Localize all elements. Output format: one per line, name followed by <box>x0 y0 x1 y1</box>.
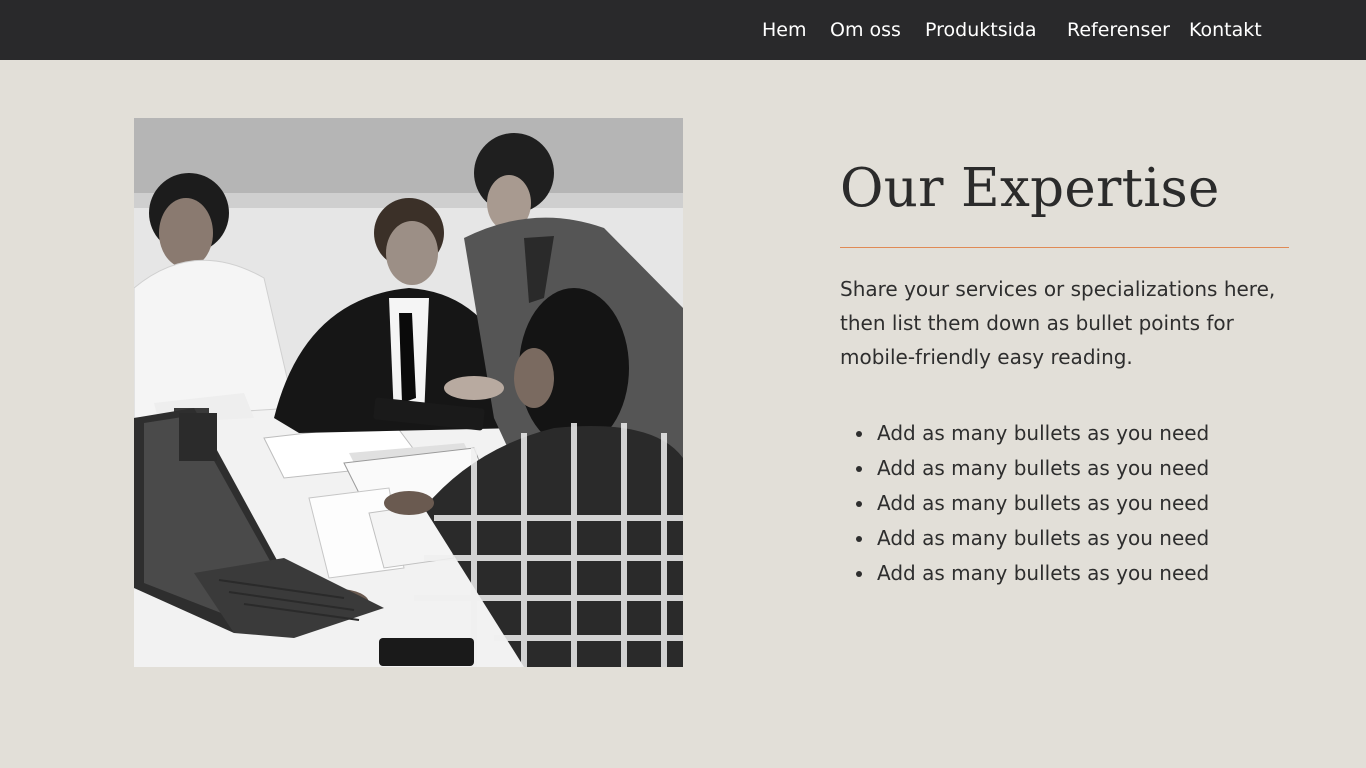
nav-link-hem[interactable]: Hem <box>762 0 807 60</box>
top-navigation-bar: Hem Om oss Produktsida Referenser Kontak… <box>0 0 1366 60</box>
section-intro-text: Share your services or specializations h… <box>840 277 1276 369</box>
bullet-item: Add as many bullets as you need <box>840 486 1290 521</box>
nav-link-kontakt[interactable]: Kontakt <box>1189 0 1262 60</box>
heading-divider <box>840 247 1289 248</box>
nav-link-referenser[interactable]: Referenser <box>1067 0 1170 60</box>
bullet-item: Add as many bullets as you need <box>840 521 1290 556</box>
bullet-item: Add as many bullets as you need <box>840 451 1290 486</box>
nav-link-om-oss[interactable]: Om oss <box>830 0 901 60</box>
bullet-item: Add as many bullets as you need <box>840 556 1290 591</box>
team-meeting-illustration <box>134 118 683 667</box>
team-meeting-photo <box>134 118 683 667</box>
expertise-bullet-list: Add as many bullets as you need Add as m… <box>840 416 1290 591</box>
section-heading: Our Expertise <box>840 158 1220 219</box>
bullet-item: Add as many bullets as you need <box>840 416 1290 451</box>
nav-link-produktsida[interactable]: Produktsida <box>925 0 1037 60</box>
